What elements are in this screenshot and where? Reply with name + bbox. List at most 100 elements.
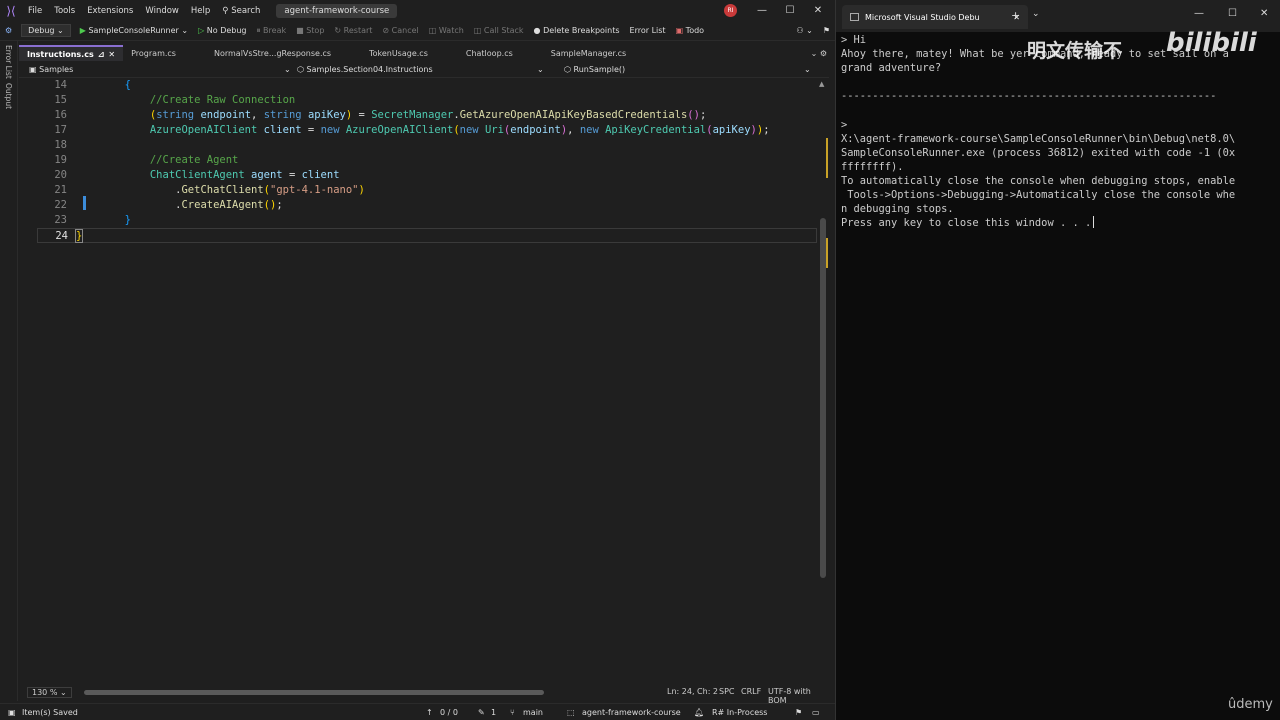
chevron-down-icon[interactable]: ⌄ bbox=[1032, 9, 1040, 19]
console-line: Press any key to close this window . . . bbox=[841, 217, 1092, 230]
console-line: SampleConsoleRunner.exe (process 36812) … bbox=[841, 146, 1236, 159]
console-line: To automatically close the console when … bbox=[841, 174, 1236, 187]
cancel-button[interactable]: ⊘ Cancel bbox=[377, 26, 423, 35]
feedback-icon[interactable]: ⚑ bbox=[795, 708, 802, 717]
maximize-icon[interactable]: ☐ bbox=[776, 0, 804, 21]
menu-window[interactable]: Window bbox=[139, 6, 185, 16]
line-ending-indicator[interactable]: CRLF bbox=[741, 687, 761, 696]
search-icon: ⚲ bbox=[222, 5, 232, 16]
search-label: Search bbox=[231, 5, 261, 16]
configuration-dropdown[interactable]: Debug ⌄ bbox=[21, 24, 71, 37]
menu-extensions[interactable]: Extensions bbox=[81, 6, 139, 16]
toolbar: ⚙ Debug ⌄ ▶ SampleConsoleRunner ⌄ ▷ No D… bbox=[0, 21, 835, 41]
pin-icon[interactable]: ⊿ bbox=[98, 50, 105, 59]
vertical-scrollbar[interactable]: ▲ bbox=[817, 78, 829, 682]
visual-studio-logo-icon[interactable]: ⟩⟨ bbox=[4, 4, 18, 18]
todo-button[interactable]: ▣ Todo bbox=[671, 26, 710, 35]
code-editor[interactable]: 14 { 15 //Create Raw Connection 16 (stri… bbox=[37, 78, 817, 682]
feedback-icon[interactable]: ⚑ bbox=[818, 26, 835, 35]
play-icon: ▶ bbox=[79, 26, 86, 35]
tab-chatloop[interactable]: Chatloop.cs bbox=[436, 45, 521, 61]
scrollbar-thumb[interactable] bbox=[820, 218, 826, 578]
menu-help[interactable]: Help bbox=[185, 6, 216, 16]
console-line: grand adventure? bbox=[841, 62, 942, 75]
resharper-status[interactable]: R# In-Process bbox=[712, 708, 767, 717]
search-menu[interactable]: ⚲ Search bbox=[216, 6, 266, 16]
dropdown-chevron-icon[interactable]: ⌄ bbox=[804, 65, 811, 74]
horizontal-scrollbar-thumb[interactable] bbox=[84, 690, 544, 695]
zoom-dropdown[interactable]: 130 % ⌄ bbox=[27, 686, 72, 698]
branch-icon[interactable]: ⑂ bbox=[510, 708, 515, 717]
console-line: Tools->Options->Debugging->Automatically… bbox=[841, 189, 1236, 202]
project-dropdown[interactable]: ▣ Samples bbox=[29, 65, 73, 74]
changes-count[interactable]: 1 bbox=[491, 708, 496, 717]
tab-instructions[interactable]: Instructions.cs ⊿ ✕ bbox=[19, 45, 124, 61]
dropdown-chevron-icon[interactable]: ⌄ bbox=[284, 65, 291, 74]
error-list-button[interactable]: Error List bbox=[625, 26, 671, 35]
pencil-icon[interactable]: ✎ bbox=[478, 708, 485, 717]
dropdown-chevron-icon[interactable]: ⌄ bbox=[537, 65, 544, 74]
tab-token-usage[interactable]: TokenUsage.cs bbox=[339, 45, 436, 61]
side-panel-error-list[interactable]: Error List bbox=[4, 45, 13, 79]
break-button[interactable]: ⏸ Break bbox=[252, 26, 292, 36]
tab-normal-vs-streaming[interactable]: NormalVsStre...gResponse.cs bbox=[184, 45, 339, 61]
error-count[interactable]: 0 / 0 bbox=[440, 708, 458, 717]
console-line: ----------------------------------------… bbox=[841, 90, 1217, 103]
delete-breakpoints-button[interactable]: ● Delete Breakpoints bbox=[529, 26, 625, 35]
text-cursor bbox=[1093, 216, 1095, 229]
solution-name: agent-framework-course bbox=[276, 3, 398, 18]
minimize-icon[interactable]: — bbox=[748, 0, 776, 21]
code-line: 18 bbox=[54, 139, 67, 151]
start-without-debugging-button[interactable]: ▷ No Debug bbox=[193, 26, 251, 35]
stop-button[interactable]: ■ Stop bbox=[291, 26, 329, 35]
scroll-up-icon[interactable]: ▲ bbox=[819, 80, 824, 88]
console-tab[interactable]: Microsoft Visual Studio Debu ✕ bbox=[842, 5, 1028, 29]
settings-icon[interactable]: ⚙ bbox=[0, 26, 17, 35]
editor-status-row: 130 % ⌄ Ln: 24, Ch: 2 SPC CRLF UTF-8 wit… bbox=[19, 684, 829, 705]
restart-button[interactable]: ↻ Restart bbox=[329, 26, 377, 35]
repo-icon[interactable]: ⬚ bbox=[567, 708, 575, 717]
live-share-icon[interactable]: ⚇ ⌄ bbox=[791, 26, 817, 35]
code-line: 23 } bbox=[54, 214, 131, 226]
console-line: > bbox=[841, 118, 848, 131]
tab-sample-manager[interactable]: SampleManager.cs bbox=[521, 45, 634, 61]
branch-name[interactable]: main bbox=[523, 708, 543, 717]
maximize-icon[interactable]: ☐ bbox=[1228, 8, 1237, 19]
close-icon[interactable]: ✕ bbox=[804, 0, 832, 21]
console-line: X:\agent-framework-course\SampleConsoleR… bbox=[841, 132, 1236, 145]
tab-program[interactable]: Program.cs bbox=[123, 45, 184, 61]
code-line: 19 //Create Agent bbox=[54, 154, 239, 166]
watch-button[interactable]: ◫ Watch bbox=[424, 26, 469, 35]
minimize-icon[interactable]: — bbox=[1194, 8, 1204, 19]
scroll-marker bbox=[826, 138, 828, 178]
repo-name[interactable]: agent-framework-course bbox=[582, 708, 681, 717]
close-icon[interactable]: ✕ bbox=[1260, 8, 1268, 19]
class-dropdown[interactable]: ⬡ Samples.Section04.Instructions bbox=[297, 65, 433, 74]
menu-file[interactable]: File bbox=[22, 6, 48, 16]
start-button[interactable]: ▶ SampleConsoleRunner ⌄ bbox=[75, 26, 193, 35]
menu-tools[interactable]: Tools bbox=[48, 6, 81, 16]
code-line: 15 //Create Raw Connection bbox=[54, 94, 296, 106]
code-line: 16 (string endpoint, string apiKey) = Se… bbox=[54, 109, 707, 121]
tab-overflow-icon[interactable]: ⌄ ⚙ bbox=[803, 45, 835, 61]
spacing-indicator[interactable]: SPC bbox=[719, 687, 735, 696]
close-tab-icon[interactable]: ✕ bbox=[108, 50, 115, 59]
code-line: 22 .CreateAIAgent(); bbox=[54, 199, 283, 211]
console-tab-title: Microsoft Visual Studio Debu bbox=[865, 12, 980, 22]
watermark-text: 明文传输不 bbox=[1027, 40, 1123, 62]
side-panel-output[interactable]: Output bbox=[4, 83, 13, 109]
notification-icon[interactable]: 🔔︎ bbox=[694, 708, 704, 717]
layout-icon[interactable]: ▭ bbox=[812, 708, 820, 717]
status-bar: ▣ Item(s) Saved ↑ 0 / 0 ✎ 1 ⑂ main ⬚ age… bbox=[0, 703, 835, 720]
avatar[interactable]: RI bbox=[724, 4, 737, 17]
change-marker bbox=[83, 196, 86, 210]
code-line-current: 24} bbox=[37, 228, 817, 243]
debug-console-window: Microsoft Visual Studio Debu ✕ + ⌄ — ☐ ✕… bbox=[835, 0, 1280, 720]
arrow-up-icon[interactable]: ↑ bbox=[426, 708, 433, 717]
call-stack-button[interactable]: ◫ Call Stack bbox=[469, 26, 529, 35]
new-tab-icon[interactable]: + bbox=[1011, 9, 1020, 22]
cursor-position[interactable]: Ln: 24, Ch: 2 bbox=[667, 687, 718, 696]
member-dropdown[interactable]: ⬡ RunSample() bbox=[564, 65, 625, 74]
visual-studio-window: ⟩⟨ File Tools Extensions Window Help ⚲ S… bbox=[0, 0, 835, 720]
